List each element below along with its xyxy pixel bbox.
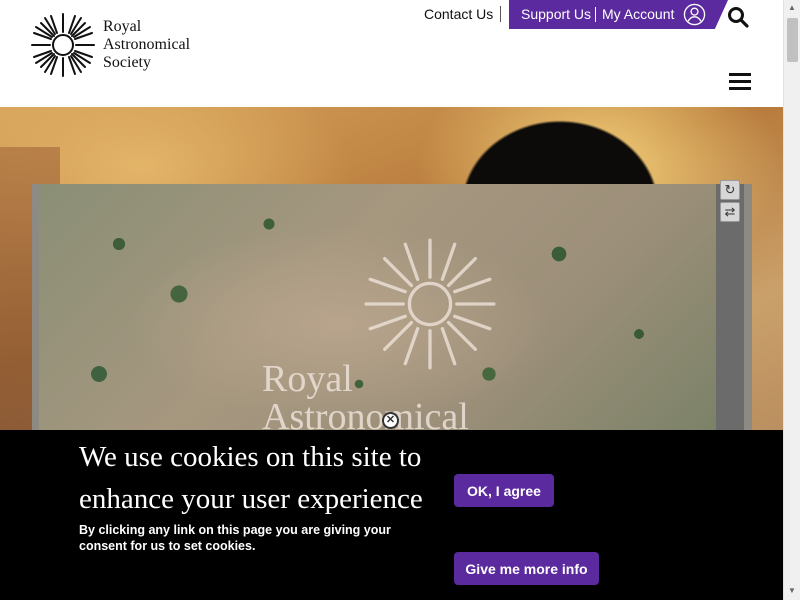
user-icon[interactable] [683,3,706,26]
header-divider [500,6,501,22]
contact-us-link[interactable]: Contact Us [424,6,493,22]
more-info-button[interactable]: Give me more info [454,552,599,585]
reload-icon[interactable]: ↻ [720,180,740,200]
scroll-thumb[interactable] [787,18,798,62]
video-watermark-text: Royal Astronomical [262,360,469,436]
site-logo[interactable]: Royal Astronomical Society [30,12,205,78]
cookie-text: By clicking any link on this page you ar… [79,523,391,553]
search-icon[interactable] [727,6,749,28]
sunburst-logo-icon [31,13,95,77]
site-header: Royal Astronomical Society Contact Us Su… [0,0,783,107]
cookie-title: We use cookies on this site to enhance y… [79,441,423,515]
my-account-link[interactable]: My Account [602,6,674,22]
scroll-up-icon[interactable]: ▲ [788,3,796,12]
refresh-icon[interactable]: ⇄ [720,202,740,222]
logo-line: Astronomical [103,36,191,53]
support-us-link[interactable]: Support Us [521,6,591,22]
scroll-down-icon[interactable]: ▼ [788,586,796,595]
menu-icon[interactable] [729,73,751,91]
cookie-banner: We use cookies on this site to enhance y… [0,430,783,600]
account-bar-divider [595,7,596,22]
watermark-line: Royal [262,358,353,400]
page-scrollbar[interactable]: ▲ ▼ [783,0,800,600]
agree-button[interactable]: OK, I agree [454,474,554,507]
logo-wordmark: Royal Astronomical Society [103,18,190,72]
close-icon[interactable]: ✕ [382,412,399,429]
logo-line: Royal [103,18,142,35]
video-watermark-logo-icon [364,238,496,370]
logo-line: Society [103,54,151,71]
